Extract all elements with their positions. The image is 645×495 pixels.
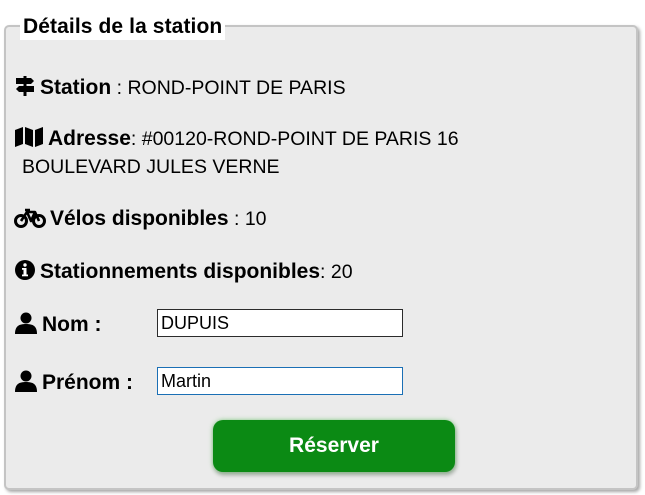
panel-legend: Détails de la station bbox=[20, 14, 226, 40]
station-label: Station bbox=[40, 76, 112, 99]
user-icon bbox=[14, 312, 38, 340]
bicycle-icon bbox=[14, 208, 46, 234]
parking-label: Stationnements disponibles bbox=[40, 260, 321, 283]
bikes-row: Vélos disponibles : 10 bbox=[14, 207, 267, 234]
parking-row: Stationnements disponibles: 20 bbox=[14, 259, 353, 287]
info-circle-icon bbox=[14, 259, 36, 287]
prenom-row: Prénom : bbox=[14, 370, 133, 398]
parking-value: 20 bbox=[330, 261, 353, 283]
bikes-value: 10 bbox=[244, 208, 267, 230]
user-icon bbox=[14, 370, 38, 398]
prenom-input[interactable]: Martin bbox=[157, 367, 403, 395]
reserve-button[interactable]: Réserver bbox=[213, 420, 455, 472]
bikes-label: Vélos disponibles bbox=[50, 207, 229, 230]
address-line2: BOULEVARD JULES VERNE bbox=[22, 156, 280, 178]
bikes-separator: : bbox=[228, 208, 245, 230]
map-icon bbox=[14, 126, 44, 154]
station-value: ROND-POINT DE PARIS bbox=[127, 77, 346, 99]
signpost-icon bbox=[14, 75, 36, 103]
station-row: Station : ROND-POINT DE PARIS bbox=[14, 75, 346, 103]
prenom-label: Prénom : bbox=[42, 371, 134, 394]
address-row: Adresse: #00120-ROND-POINT DE PARIS 16 bbox=[14, 126, 459, 154]
address-label: Adresse bbox=[48, 127, 131, 150]
parking-separator: : bbox=[320, 261, 331, 283]
nom-input[interactable]: DUPUIS bbox=[157, 309, 403, 337]
nom-label: Nom : bbox=[42, 313, 102, 336]
address-separator: : bbox=[130, 128, 142, 150]
address-line1: #00120-ROND-POINT DE PARIS 16 bbox=[141, 128, 459, 150]
nom-row: Nom : bbox=[14, 312, 102, 340]
station-separator: : bbox=[111, 77, 128, 99]
